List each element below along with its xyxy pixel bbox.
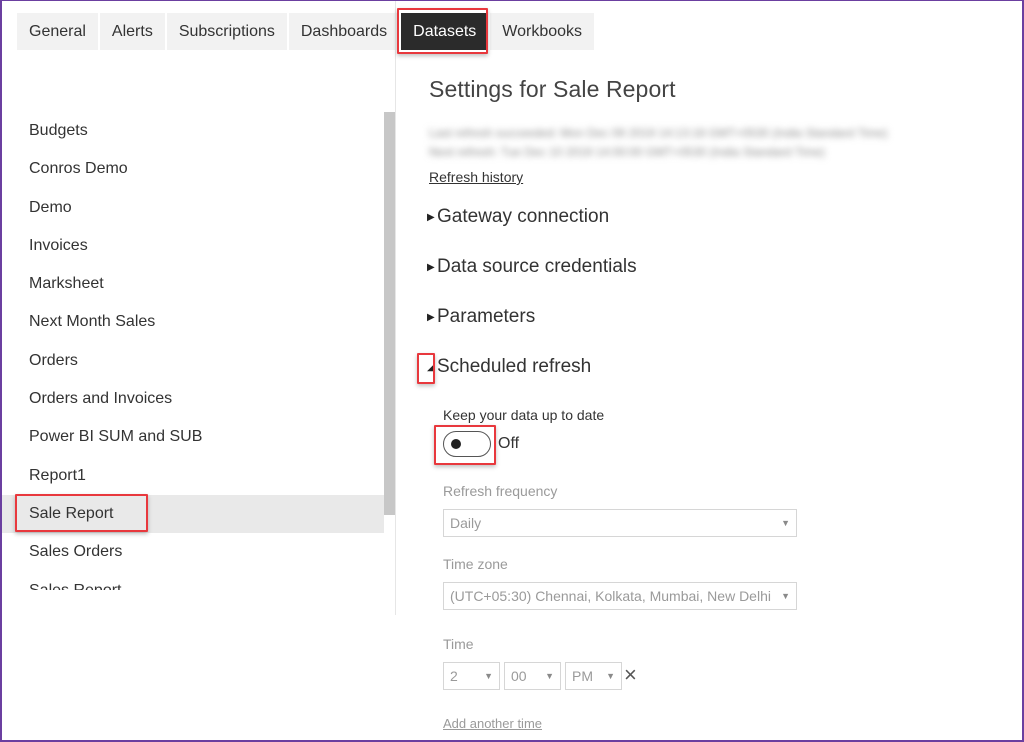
datasets-list: Budgets Conros Demo Demo Invoices Marksh…: [2, 112, 396, 590]
dataset-item-orders-and-invoices[interactable]: Orders and Invoices: [2, 380, 384, 418]
toggle-state-label: Off: [498, 435, 520, 452]
dataset-item-marksheet[interactable]: Marksheet: [2, 265, 384, 303]
dataset-item-conros-demo[interactable]: Conros Demo: [2, 150, 384, 188]
tab-general[interactable]: General: [17, 13, 98, 50]
dataset-item-sales-orders[interactable]: Sales Orders: [2, 533, 384, 571]
time-hour-select[interactable]: 2 ▼: [443, 662, 500, 690]
last-refresh-status: Last refresh succeeded: Mon Dec 09 2019 …: [429, 126, 888, 140]
next-refresh-status: Next refresh: Tue Dec 10 2019 14:00:00 G…: [429, 145, 825, 159]
section-label: Gateway connection: [437, 206, 610, 227]
panel-divider: [395, 0, 396, 615]
expand-caret-icon: ▶: [427, 311, 435, 323]
tab-datasets[interactable]: Datasets: [401, 13, 489, 50]
dropdown-arrow-icon: ▼: [606, 671, 615, 681]
remove-time-close-icon[interactable]: ×: [624, 664, 637, 686]
time-label: Time: [443, 636, 474, 652]
dropdown-arrow-icon: ▼: [781, 518, 790, 528]
section-gateway-connection[interactable]: ▶ Gateway connection: [427, 206, 609, 228]
dataset-item-power-bi-sum-and-sub[interactable]: Power BI SUM and SUB: [2, 418, 384, 456]
dataset-item-budgets[interactable]: Budgets: [2, 112, 384, 150]
tab-alerts[interactable]: Alerts: [99, 13, 165, 50]
refresh-status-text-blurred: Last refresh succeeded: Mon Dec 09 2019 …: [429, 124, 969, 164]
selected-value: 2: [450, 668, 458, 684]
dataset-item-next-month-sales[interactable]: Next Month Sales: [2, 303, 384, 341]
time-minute-select[interactable]: 00 ▼: [504, 662, 561, 690]
add-another-time-link[interactable]: Add another time: [443, 716, 542, 731]
time-zone-select[interactable]: (UTC+05:30) Chennai, Kolkata, Mumbai, Ne…: [443, 582, 797, 610]
collapse-caret-icon: ◢: [427, 361, 435, 373]
keep-up-to-date-toggle[interactable]: [443, 431, 491, 457]
keep-data-up-to-date-label: Keep your data up to date: [443, 407, 605, 423]
section-label: Data source credentials: [437, 256, 637, 277]
section-parameters[interactable]: ▶ Parameters: [427, 306, 535, 328]
tab-dashboards[interactable]: Dashboards: [288, 13, 400, 50]
expand-caret-icon: ▶: [427, 211, 435, 223]
dataset-item-sales-report[interactable]: Sales Report: [2, 572, 384, 590]
dropdown-arrow-icon: ▼: [484, 671, 493, 681]
settings-tab-bar: General Alerts Subscriptions Dashboards …: [17, 13, 595, 50]
time-zone-label: Time zone: [443, 556, 508, 572]
selected-value: 00: [511, 668, 527, 684]
selected-value: PM: [572, 668, 593, 684]
tab-subscriptions[interactable]: Subscriptions: [166, 13, 287, 50]
dataset-item-sale-report[interactable]: Sale Report: [2, 494, 384, 534]
section-label: Parameters: [437, 306, 536, 327]
dataset-item-report1[interactable]: Report1: [2, 457, 384, 495]
selected-value: (UTC+05:30) Chennai, Kolkata, Mumbai, Ne…: [450, 588, 771, 604]
dropdown-arrow-icon: ▼: [781, 591, 790, 601]
dataset-item-demo[interactable]: Demo: [2, 189, 384, 227]
section-data-source-credentials[interactable]: ▶ Data source credentials: [427, 256, 637, 278]
dataset-item-invoices[interactable]: Invoices: [2, 227, 384, 265]
refresh-frequency-select[interactable]: Daily ▼: [443, 509, 797, 537]
dataset-item-orders[interactable]: Orders: [2, 342, 384, 380]
keep-up-to-date-toggle-row: Off: [443, 431, 519, 457]
section-label: Scheduled refresh: [437, 356, 592, 377]
datasets-sidebar: Budgets Conros Demo Demo Invoices Marksh…: [2, 112, 396, 590]
time-ampm-select[interactable]: PM ▼: [565, 662, 622, 690]
selected-value: Daily: [450, 515, 482, 531]
refresh-history-link[interactable]: Refresh history: [429, 169, 523, 185]
dropdown-arrow-icon: ▼: [545, 671, 554, 681]
toggle-knob: [451, 439, 461, 449]
tab-workbooks[interactable]: Workbooks: [490, 13, 595, 50]
refresh-frequency-label: Refresh frequency: [443, 483, 558, 499]
section-scheduled-refresh[interactable]: ◢ Scheduled refresh: [427, 356, 591, 378]
expand-caret-icon: ▶: [427, 261, 435, 273]
page-title: Settings for Sale Report: [429, 76, 676, 102]
